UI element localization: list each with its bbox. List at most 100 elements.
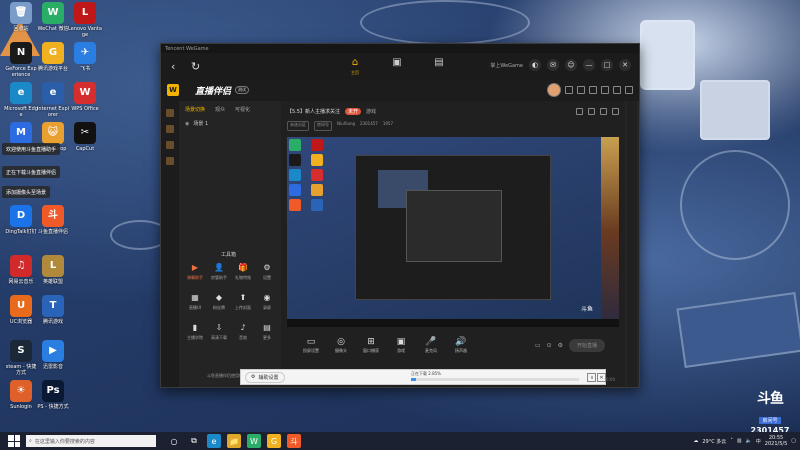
more-icon[interactable] bbox=[612, 107, 619, 115]
source-button[interactable]: ▣ 游戏 bbox=[391, 337, 411, 354]
pause-icon[interactable]: ॥ bbox=[587, 373, 596, 382]
edge-icon[interactable]: e bbox=[207, 434, 221, 448]
clock[interactable]: 20:55 2021/5/5 bbox=[765, 435, 787, 447]
gear-icon[interactable]: ⚙ bbox=[558, 342, 563, 349]
source-button[interactable]: ⊞ 窗口捕获 bbox=[361, 337, 381, 354]
minimize-icon[interactable] bbox=[613, 86, 621, 94]
room-title[interactable]: 【5.5】新人主播求关注 bbox=[287, 108, 340, 115]
desktop-icon[interactable]: ☀ Sunlogin bbox=[4, 380, 38, 410]
chevron-up-icon[interactable]: ˄ bbox=[730, 438, 733, 444]
left-panel-tab[interactable]: 可视化 bbox=[235, 106, 250, 113]
scene-item[interactable]: ◉ 场景 1 bbox=[179, 118, 281, 129]
rail-scene-icon[interactable] bbox=[166, 109, 174, 117]
tool-button[interactable]: ▤ 更多 bbox=[255, 323, 279, 341]
tool-button[interactable]: 🎁 礼物特效 bbox=[231, 263, 255, 281]
rail-audio-icon[interactable] bbox=[166, 141, 174, 149]
douyu-icon[interactable]: 斗 bbox=[287, 434, 301, 448]
source-button[interactable]: ▭ 投屏设置 bbox=[301, 337, 321, 354]
back-icon[interactable]: ‹ bbox=[171, 60, 191, 73]
sync-icon[interactable]: ◐ bbox=[529, 59, 541, 71]
desktop-icon[interactable]: W WeChat 微信 bbox=[36, 2, 70, 32]
maximize-icon[interactable]: □ bbox=[601, 59, 613, 71]
link-icon[interactable] bbox=[588, 107, 595, 115]
tool-button[interactable]: 👤 房管助手 bbox=[207, 263, 231, 281]
widgets-icon[interactable]: ⧉ bbox=[187, 434, 201, 448]
record-icon[interactable] bbox=[600, 107, 607, 115]
share-icon[interactable] bbox=[576, 107, 583, 115]
desktop-icon[interactable]: Ssteam - 快捷方式 bbox=[4, 340, 38, 376]
task-view-icon[interactable]: ○ bbox=[167, 434, 181, 448]
source-button[interactable]: ◎ 摄像头 bbox=[331, 337, 351, 354]
desktop-icon[interactable]: U UC浏览器 bbox=[4, 295, 38, 325]
rail-effect-icon[interactable] bbox=[166, 157, 174, 165]
desktop-icon[interactable]: L 英雄联盟 bbox=[36, 255, 70, 285]
user-icon[interactable]: ☺ bbox=[565, 59, 577, 71]
network-icon[interactable]: ▥ bbox=[737, 438, 742, 444]
tool-button[interactable]: ▦ 直播UI bbox=[183, 293, 207, 311]
settings-icon[interactable]: ⊙ bbox=[547, 342, 552, 349]
desktop-icon[interactable]: D DingTalk钉钉 bbox=[4, 205, 38, 235]
avatar[interactable] bbox=[547, 83, 561, 97]
desktop-icon[interactable]: ♫ 网易云音乐 bbox=[4, 255, 38, 285]
wegame-icon[interactable]: G bbox=[267, 434, 281, 448]
desktop-icon[interactable]: ▶ 迅雷影音 bbox=[36, 340, 70, 370]
stream-preview[interactable]: 斗鱼 bbox=[287, 137, 619, 327]
minimize-icon[interactable]: — bbox=[583, 59, 595, 71]
tool-button[interactable]: ▮ 主播学院 bbox=[183, 323, 207, 341]
tool-button[interactable]: ⬆ 上传封面 bbox=[231, 293, 255, 311]
message-icon[interactable] bbox=[565, 86, 573, 94]
weather-text[interactable]: 29°C 多云 bbox=[702, 438, 726, 445]
desktop-icon[interactable]: 🗑 回收站 bbox=[4, 2, 38, 32]
menu-icon[interactable] bbox=[601, 86, 609, 94]
tool-button[interactable]: ▶ 弹幕助手 bbox=[183, 263, 207, 281]
tool-button[interactable]: ⚙ 设置 bbox=[255, 263, 279, 281]
desktop-icon[interactable]: 斗斗鱼直播伴侣 bbox=[36, 205, 70, 235]
close-icon[interactable]: ✕ bbox=[619, 59, 631, 71]
file-explorer-icon[interactable]: 📁 bbox=[227, 434, 241, 448]
right-scrollbar[interactable] bbox=[627, 101, 637, 387]
wechat-icon[interactable]: W bbox=[247, 434, 261, 448]
desktop-icon[interactable]: Ps PS - 快捷方式 bbox=[36, 380, 70, 410]
source-button[interactable]: 🎤 麦克风 bbox=[421, 337, 441, 354]
close-icon[interactable]: ✕ bbox=[597, 373, 606, 382]
desktop-notification[interactable]: 添加摄像头至场景 bbox=[2, 186, 51, 198]
tool-button[interactable]: ♪ 音效 bbox=[231, 323, 255, 341]
ime-icon[interactable]: 中 bbox=[756, 438, 761, 445]
desktop-icon[interactable]: e Internet Explorer bbox=[36, 82, 70, 118]
tool-button[interactable]: ◆ 粉丝牌 bbox=[207, 293, 231, 311]
nav-tab[interactable]: ▤ bbox=[430, 56, 448, 75]
settings-button[interactable]: ⚙ 辅助设置 bbox=[245, 371, 285, 383]
desktop-notification[interactable]: 正在下载斗鱼直播伴侣 bbox=[2, 166, 61, 178]
refresh-icon[interactable]: ↻ bbox=[191, 60, 211, 73]
desktop-notification[interactable]: 欢迎使用斗鱼直播助手 bbox=[2, 143, 61, 155]
tool-button[interactable]: ◉ 录屏 bbox=[255, 293, 279, 311]
close-icon[interactable] bbox=[625, 86, 633, 94]
desktop-icon[interactable]: ✂ CapCut bbox=[68, 122, 102, 152]
desktop-icon[interactable]: e Microsoft Edge bbox=[4, 82, 38, 118]
eye-icon[interactable]: ◉ bbox=[185, 121, 189, 127]
desktop-icon[interactable]: T 腾讯游戏 bbox=[36, 295, 70, 325]
desktop-icon[interactable]: L Lenovo Vantage bbox=[68, 2, 102, 38]
category-label[interactable]: 游戏 bbox=[366, 108, 376, 115]
nav-tab[interactable]: ⌂ 主页 bbox=[346, 56, 364, 75]
category-chip[interactable]: 未选分区 bbox=[287, 121, 309, 131]
left-panel-tab[interactable]: 场景切换 bbox=[185, 106, 205, 113]
rail-source-icon[interactable] bbox=[166, 125, 174, 133]
camera-icon[interactable]: ▭ bbox=[535, 342, 541, 349]
left-panel-tab[interactable]: 观众 bbox=[215, 106, 225, 113]
volume-icon[interactable]: 🔈 bbox=[746, 438, 752, 444]
desktop-icon[interactable]: W WPS Office bbox=[68, 82, 102, 112]
mobile-wegame-link[interactable]: 掌上WeGame bbox=[490, 62, 523, 69]
taskbar-search[interactable]: ⌕ 在这里输入你要搜索的内容 bbox=[26, 435, 156, 447]
tool-button[interactable]: ⇩ 高清下载 bbox=[207, 323, 231, 341]
settings-icon[interactable] bbox=[577, 86, 585, 94]
skin-icon[interactable] bbox=[589, 86, 597, 94]
mail-icon[interactable]: ✉ bbox=[547, 59, 559, 71]
desktop-icon[interactable]: G 腾讯游戏平台 bbox=[36, 42, 70, 72]
weather-icon[interactable]: ☁ bbox=[693, 438, 698, 444]
start-live-button[interactable]: 开始直播 bbox=[568, 338, 605, 352]
nav-tab[interactable]: ▣ bbox=[388, 56, 406, 75]
desktop-icon[interactable]: N GeForce Experience bbox=[4, 42, 38, 78]
desktop-icon[interactable]: ✈ 飞书 bbox=[68, 42, 102, 72]
source-button[interactable]: 🔊 扬声器 bbox=[451, 337, 471, 354]
